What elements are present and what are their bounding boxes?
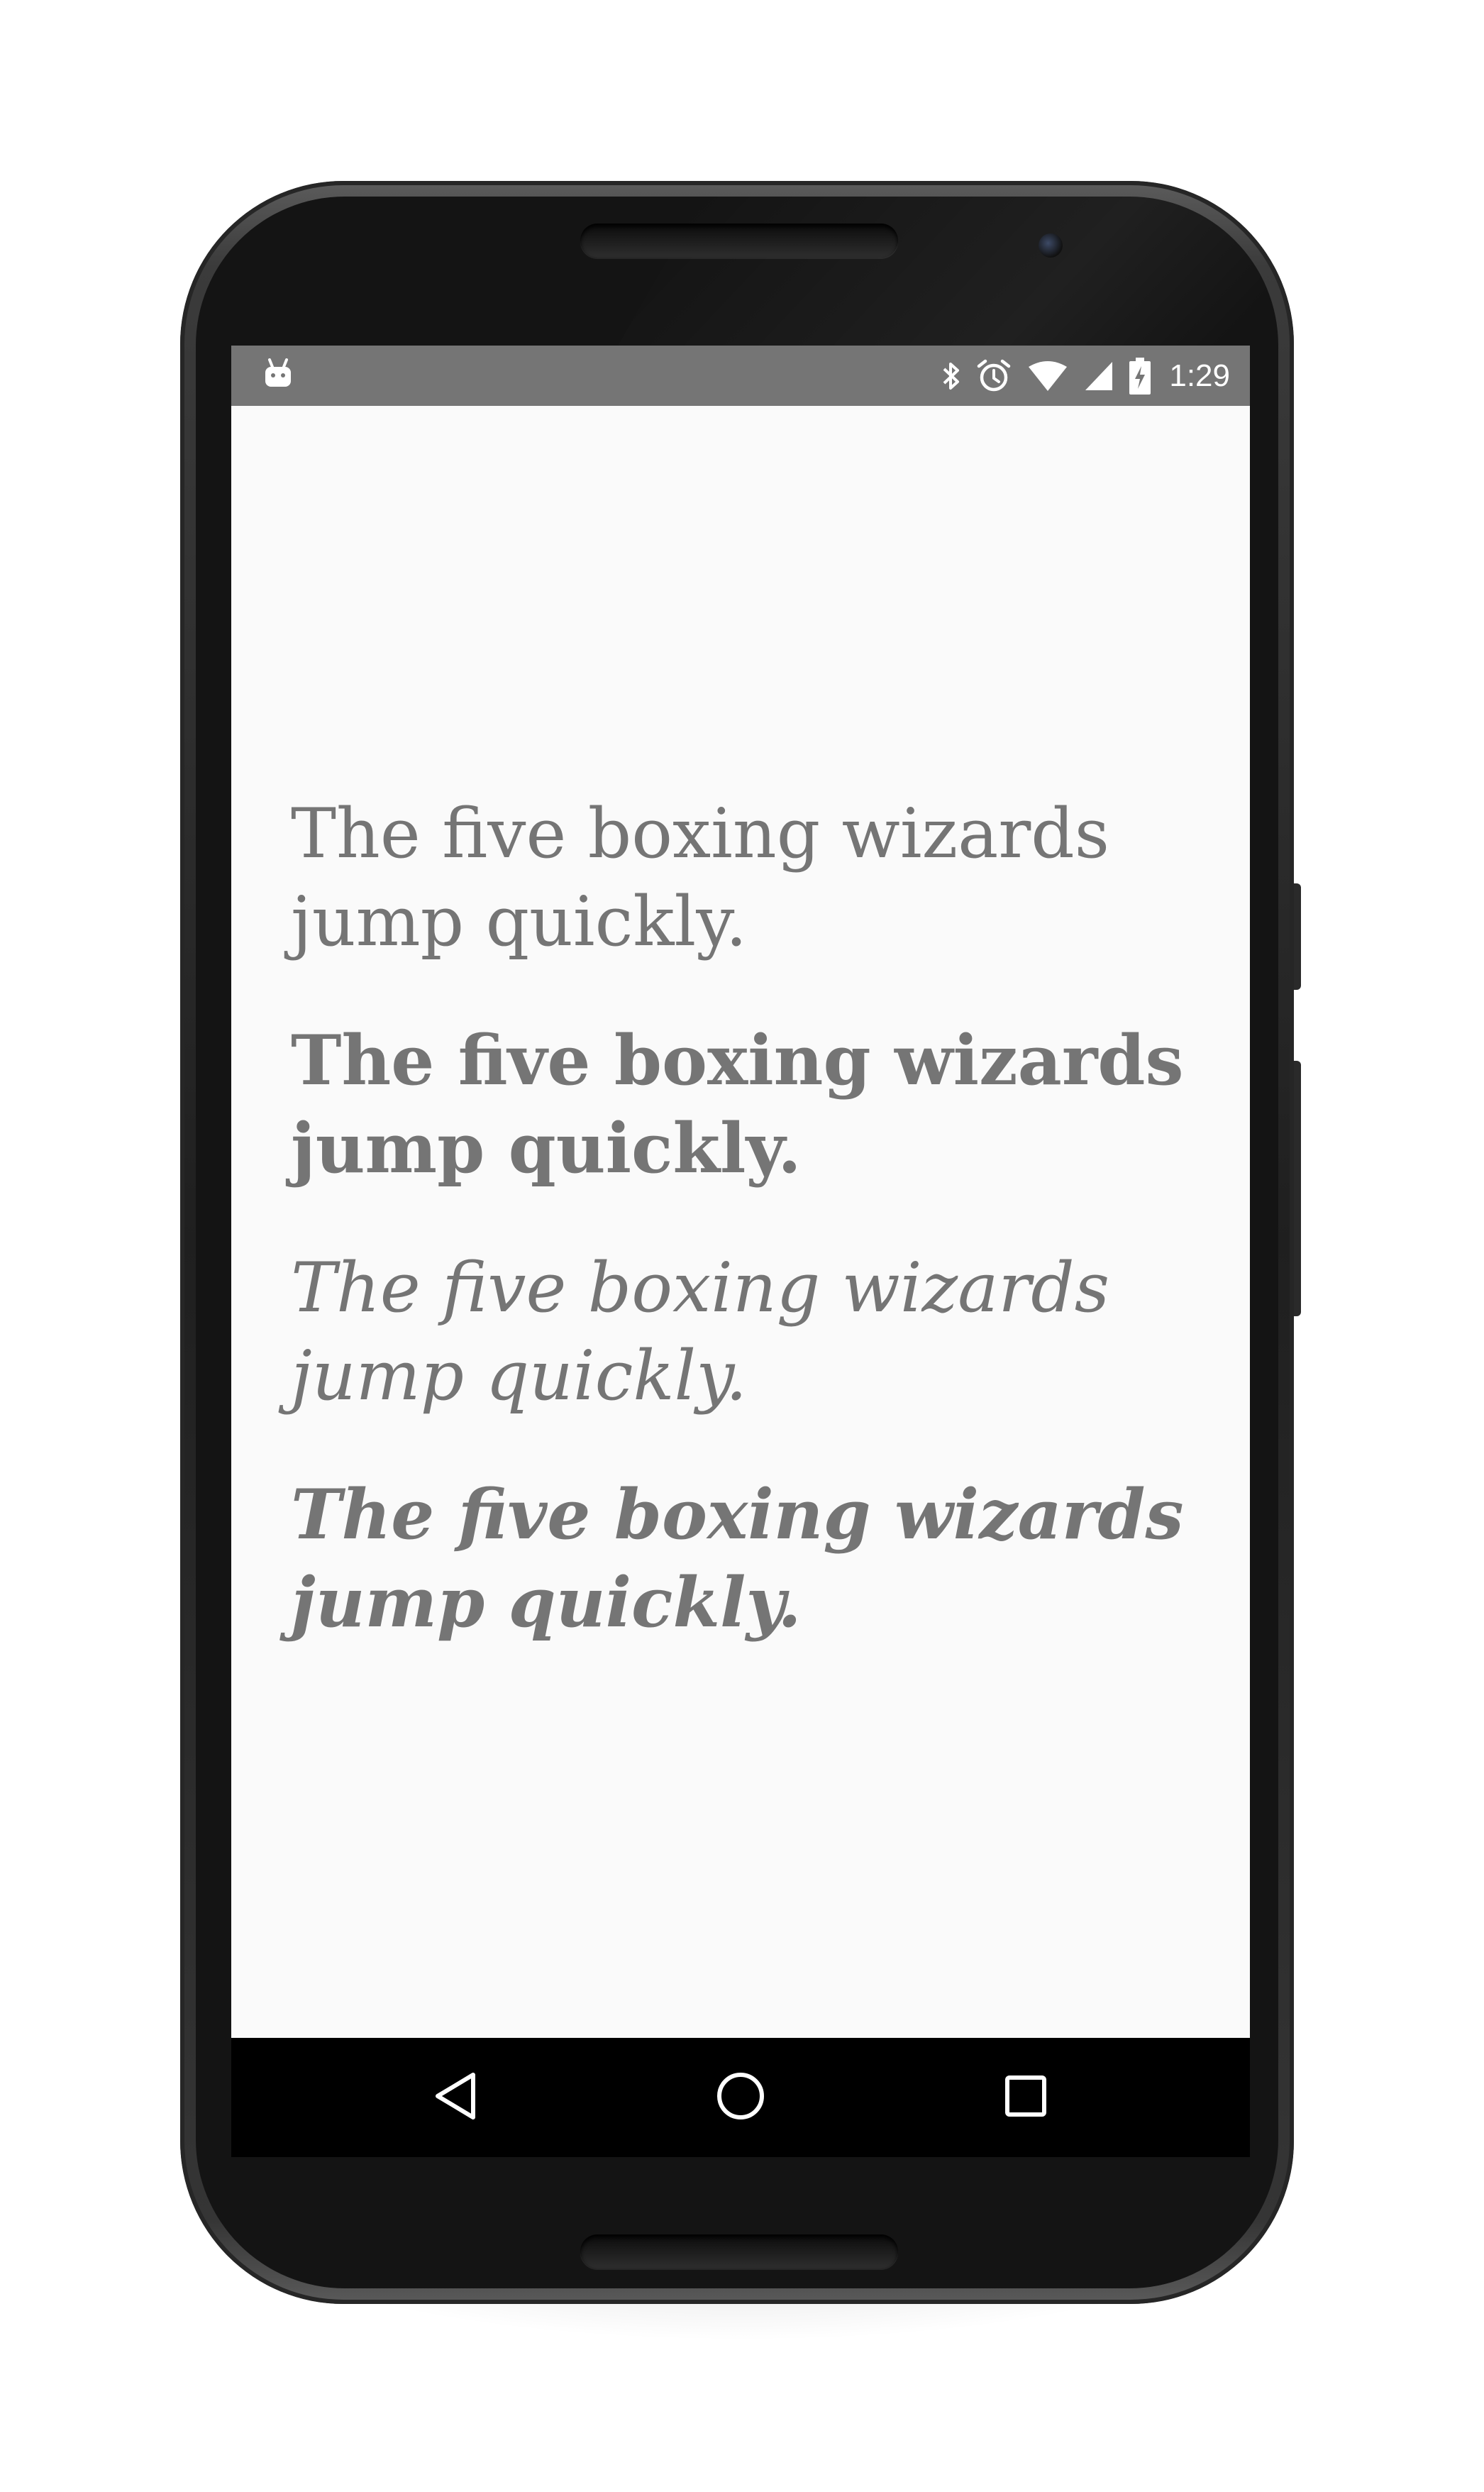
home-icon [716,2071,765,2124]
back-button[interactable] [427,2069,484,2126]
sample-regular: The five boxing wizards jump quickly. [291,794,1109,961]
home-button[interactable] [712,2069,769,2126]
volume-button [1294,883,1301,990]
status-bar: 1:29 [231,346,1250,406]
recents-button[interactable] [997,2069,1054,2126]
bluetooth-icon [942,360,960,392]
device-screen: 1:29 The five boxing wizards jump quickl… [231,346,1250,2157]
font-samples: The five boxing wizards jump quickly. Th… [291,790,1213,1698]
cell-signal-icon [1084,360,1114,392]
back-icon [433,2072,477,2123]
android-debug-icon [264,358,292,394]
battery-charging-icon [1129,357,1151,395]
bottom-speaker [580,2234,898,2268]
navigation-bar [231,2038,1250,2157]
top-speaker [580,224,898,258]
status-icons: 1:29 [942,346,1230,406]
wifi-icon [1027,360,1068,392]
sample-bold-italic: The five boxing wizards jump quickly. [291,1474,1184,1643]
status-clock: 1:29 [1169,358,1230,393]
front-camera [1039,233,1063,258]
power-button [1294,1061,1301,1316]
alarm-icon [976,358,1012,394]
recents-icon [1004,2075,1047,2120]
sample-bold: The five boxing wizards jump quickly. [291,1020,1184,1189]
sample-italic: The five boxing wizards jump quickly. [291,1248,1109,1416]
